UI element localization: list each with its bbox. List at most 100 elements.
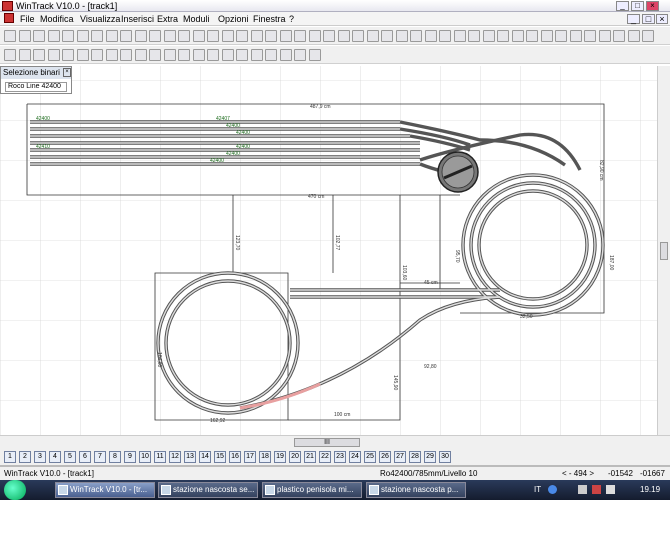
track-tool-21[interactable] xyxy=(294,49,306,61)
taskbar-task-2[interactable]: stazione nascosta se... xyxy=(158,482,258,498)
language-indicator[interactable]: IT xyxy=(534,485,541,494)
main-tool-26[interactable] xyxy=(366,30,379,42)
layer-button-30[interactable]: 30 xyxy=(439,451,451,463)
clock[interactable]: 19.19 xyxy=(640,485,660,494)
track-tool-17[interactable] xyxy=(236,49,248,61)
layer-button-5[interactable]: 5 xyxy=(64,451,76,463)
child-close-button[interactable]: × xyxy=(656,14,668,24)
layer-button-6[interactable]: 6 xyxy=(79,451,91,463)
main-tool-41[interactable] xyxy=(584,30,596,42)
main-tool-36[interactable] xyxy=(511,30,524,42)
main-tool-9[interactable] xyxy=(120,30,132,42)
main-tool-42[interactable] xyxy=(598,30,611,42)
track-tool-5[interactable] xyxy=(62,49,74,61)
taskbar-task-3[interactable]: plastico penisola mi... xyxy=(262,482,362,498)
flag-icon[interactable] xyxy=(592,485,601,494)
main-tool-44[interactable] xyxy=(627,30,640,42)
menu-opzioni[interactable]: Opzioni xyxy=(218,14,249,24)
track-tool-15[interactable] xyxy=(207,49,219,61)
track-tool-22[interactable] xyxy=(308,49,321,61)
layer-button-4[interactable]: 4 xyxy=(49,451,61,463)
start-button[interactable] xyxy=(4,480,26,500)
main-tool-22[interactable] xyxy=(308,30,321,42)
layer-button-8[interactable]: 8 xyxy=(109,451,121,463)
layer-button-19[interactable]: 19 xyxy=(274,451,286,463)
layer-button-22[interactable]: 22 xyxy=(319,451,331,463)
main-tool-1[interactable] xyxy=(4,30,16,42)
main-tool-30[interactable] xyxy=(424,30,437,42)
main-tool-35[interactable] xyxy=(497,30,509,42)
main-tool-16[interactable] xyxy=(221,30,234,42)
menu-visualizza[interactable]: Visualizza xyxy=(80,14,120,24)
layer-button-21[interactable]: 21 xyxy=(304,451,316,463)
track-tool-4[interactable] xyxy=(47,49,60,61)
minimize-button[interactable]: _ xyxy=(616,1,629,11)
layer-button-11[interactable]: 11 xyxy=(154,451,166,463)
track-tool-12[interactable] xyxy=(163,49,176,61)
close-button[interactable]: × xyxy=(646,1,659,11)
track-tool-16[interactable] xyxy=(221,49,234,61)
main-tool-2[interactable] xyxy=(18,30,31,42)
layer-button-3[interactable]: 3 xyxy=(34,451,46,463)
child-minimize-button[interactable]: _ xyxy=(627,14,640,24)
main-tool-40[interactable] xyxy=(569,30,582,42)
main-tool-25[interactable] xyxy=(352,30,364,42)
child-restore-button[interactable]: □ xyxy=(642,14,655,24)
track-tool-11[interactable] xyxy=(149,49,161,61)
layer-button-18[interactable]: 18 xyxy=(259,451,271,463)
layer-button-13[interactable]: 13 xyxy=(184,451,196,463)
main-tool-11[interactable] xyxy=(149,30,161,42)
layer-button-1[interactable]: 1 xyxy=(4,451,16,463)
taskbar-task-4[interactable]: stazione nascosta p... xyxy=(366,482,466,498)
main-tool-23[interactable] xyxy=(323,30,335,42)
track-plan-drawing[interactable]: 487,9 cm 82,90 cm 470 cm 187,00 104,80 1… xyxy=(0,66,657,435)
track-tool-20[interactable] xyxy=(279,49,292,61)
doc-icon[interactable] xyxy=(4,13,14,23)
main-tool-5[interactable] xyxy=(62,30,74,42)
menu-moduli[interactable]: Moduli xyxy=(183,14,210,24)
main-tool-8[interactable] xyxy=(105,30,118,42)
main-tool-7[interactable] xyxy=(91,30,103,42)
horizontal-scrollbar[interactable]: III xyxy=(0,435,670,448)
track-canvas[interactable]: 487,9 cm 82,90 cm 470 cm 187,00 104,80 1… xyxy=(0,66,657,435)
main-tool-43[interactable] xyxy=(613,30,625,42)
menu-inserisci[interactable]: Inserisci xyxy=(121,14,154,24)
layer-button-25[interactable]: 25 xyxy=(364,451,376,463)
help-icon[interactable] xyxy=(548,485,557,494)
track-tool-10[interactable] xyxy=(134,49,147,61)
layer-button-15[interactable]: 15 xyxy=(214,451,226,463)
track-tool-2[interactable] xyxy=(18,49,31,61)
menu-help[interactable]: ? xyxy=(289,14,294,24)
layer-button-29[interactable]: 29 xyxy=(424,451,436,463)
maximize-button[interactable]: □ xyxy=(631,1,644,11)
layer-button-2[interactable]: 2 xyxy=(19,451,31,463)
track-tool-18[interactable] xyxy=(250,49,263,61)
layer-button-23[interactable]: 23 xyxy=(334,451,346,463)
main-tool-20[interactable] xyxy=(279,30,292,42)
main-tool-33[interactable] xyxy=(468,30,480,42)
main-tool-37[interactable] xyxy=(526,30,538,42)
track-tool-3[interactable] xyxy=(33,49,45,61)
layer-button-9[interactable]: 9 xyxy=(124,451,136,463)
layer-button-28[interactable]: 28 xyxy=(409,451,421,463)
main-tool-45[interactable] xyxy=(642,30,654,42)
track-tool-8[interactable] xyxy=(105,49,118,61)
track-tool-9[interactable] xyxy=(120,49,132,61)
main-tool-28[interactable] xyxy=(395,30,408,42)
layer-button-26[interactable]: 26 xyxy=(379,451,391,463)
vertical-scroll-thumb[interactable] xyxy=(660,242,668,260)
layer-button-24[interactable]: 24 xyxy=(349,451,361,463)
menu-file[interactable]: File xyxy=(20,14,35,24)
layer-button-16[interactable]: 16 xyxy=(229,451,241,463)
track-tool-1[interactable] xyxy=(4,49,16,61)
panel-close-button[interactable]: × xyxy=(63,68,71,77)
layer-button-27[interactable]: 27 xyxy=(394,451,406,463)
track-tool-7[interactable] xyxy=(91,49,103,61)
horizontal-scroll-thumb[interactable]: III xyxy=(294,438,360,447)
volume-icon[interactable] xyxy=(606,485,615,494)
main-tool-12[interactable] xyxy=(163,30,176,42)
track-library-select[interactable]: Roco Line 42400 xyxy=(5,82,67,92)
main-tool-3[interactable] xyxy=(33,30,45,42)
menu-modifica[interactable]: Modifica xyxy=(40,14,74,24)
main-tool-17[interactable] xyxy=(236,30,248,42)
